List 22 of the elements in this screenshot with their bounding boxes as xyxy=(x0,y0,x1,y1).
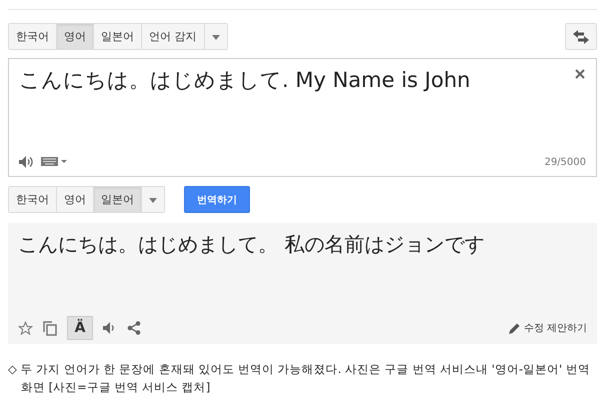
share-icon[interactable] xyxy=(127,321,141,335)
swap-icon xyxy=(573,30,589,44)
swap-button[interactable] xyxy=(565,23,597,50)
close-icon[interactable] xyxy=(575,69,585,79)
character-count: 29/5000 xyxy=(544,156,586,168)
source-text-field[interactable]: こんにちは。はじめまして. My Name is John xyxy=(9,59,596,101)
language-tab[interactable]: 한국어 xyxy=(9,24,57,49)
speaker-icon[interactable] xyxy=(19,156,33,168)
language-tab[interactable]: 일본어 xyxy=(94,187,142,212)
caret-icon xyxy=(149,198,157,203)
caret-icon xyxy=(212,35,220,40)
romanization-button[interactable]: Ä xyxy=(67,316,93,340)
pencil-icon[interactable] xyxy=(508,322,520,334)
star-icon[interactable] xyxy=(18,320,33,336)
language-tab[interactable]: 한국어 xyxy=(9,187,57,212)
copy-icon[interactable] xyxy=(43,320,57,336)
translation-text: こんにちは。はじめまして。 私の名前はジョンです xyxy=(17,231,486,258)
language-tab[interactable]: 영어 xyxy=(57,24,94,49)
suggest-edit-link[interactable]: 수정 제안하기 xyxy=(524,321,587,335)
keyboard-icon[interactable] xyxy=(41,157,67,167)
photo-caption: ◇ 두 가지 언어가 한 문장에 혼재돼 있어도 번역이 가능해졌다. 사진은 구글 번역 서비스내 '영어-일본어' 번역 화면 [사진=구글 번역 서비스 캡처] xyxy=(8,361,591,396)
translate-button[interactable]: 번역하기 xyxy=(184,186,250,213)
